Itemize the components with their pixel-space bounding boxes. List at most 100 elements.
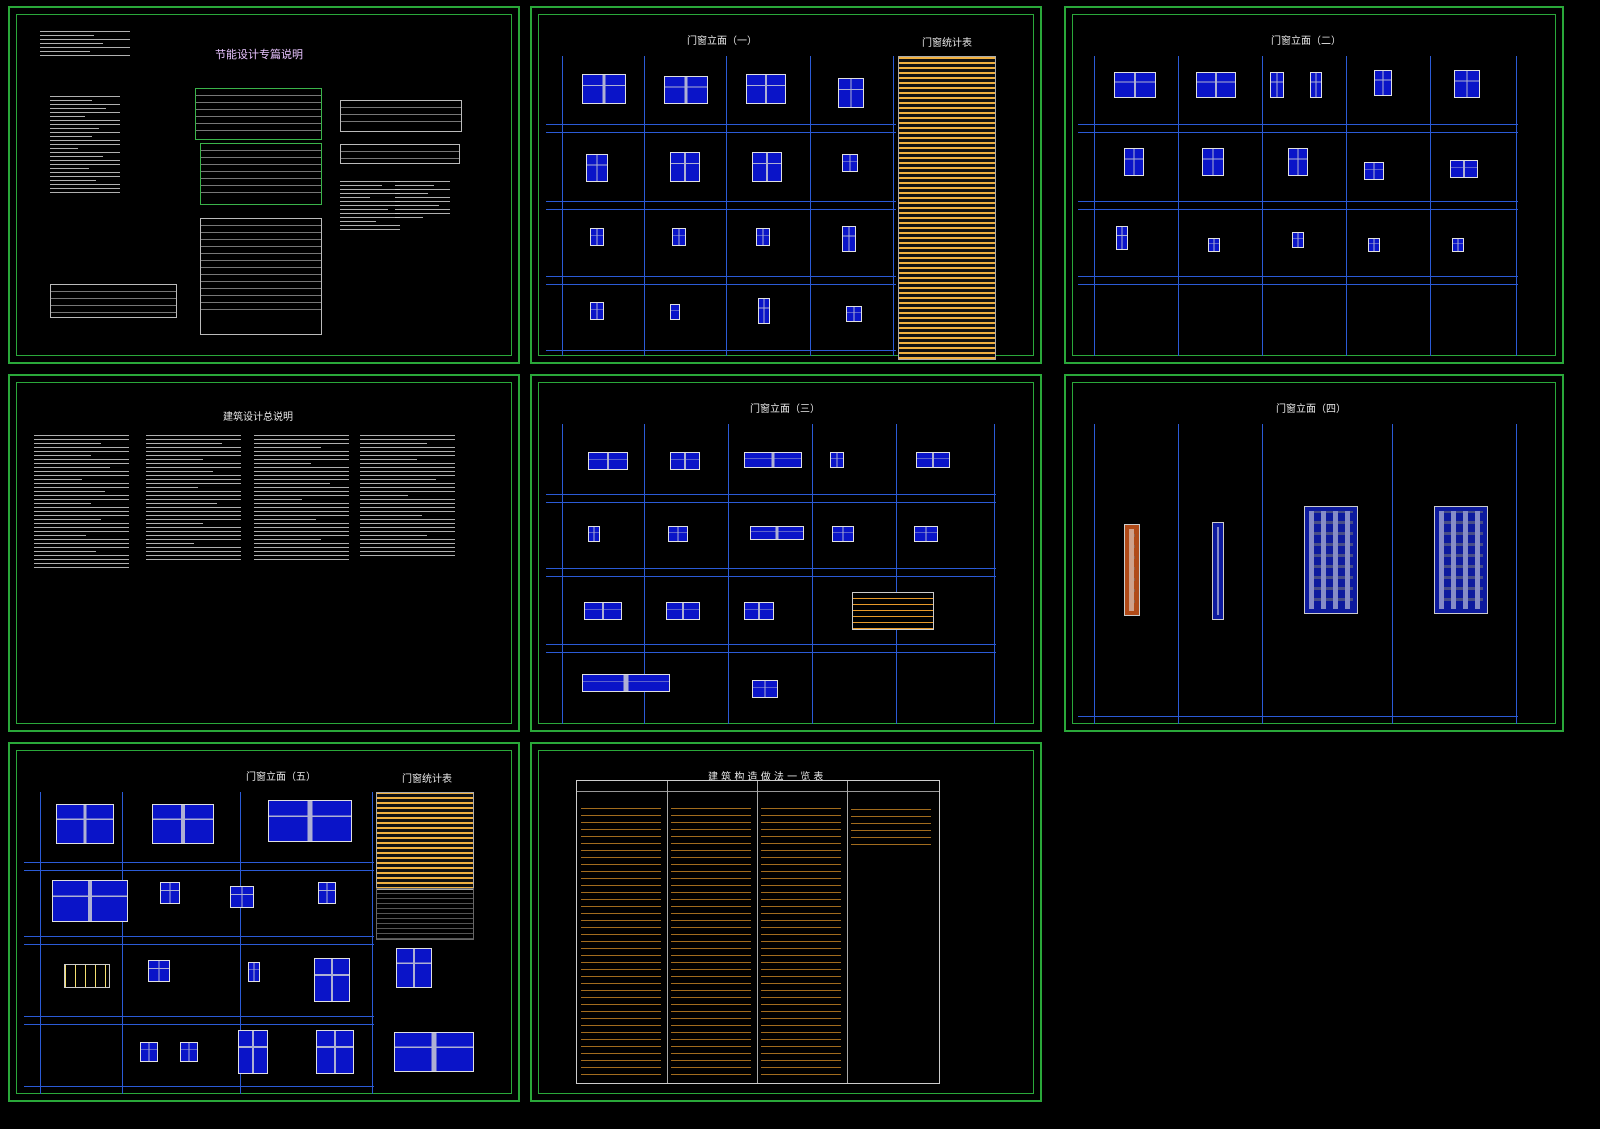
window-elevation	[396, 948, 432, 988]
window-elevation	[590, 302, 604, 320]
window-elevation	[744, 452, 802, 468]
sheet-title: 门窗立面（一）	[687, 36, 757, 47]
data-table	[200, 218, 322, 335]
sheet-subtitle: 门窗统计表	[922, 38, 972, 49]
window-elevation	[1310, 72, 1322, 98]
window-schedule-grid	[64, 964, 110, 988]
data-table	[340, 144, 460, 164]
notes-block	[340, 178, 400, 233]
drawing-sheet-6[interactable]: 门窗立面（四）	[1064, 374, 1564, 732]
window-elevation	[916, 452, 950, 468]
window-elevation	[588, 526, 600, 542]
window-elevation	[670, 452, 700, 470]
window-elevation	[1374, 70, 1392, 96]
window-elevation	[750, 526, 804, 540]
window-elevation	[664, 76, 708, 104]
drawing-sheet-4[interactable]: 建筑设计总说明	[8, 374, 520, 732]
stair-section	[1124, 524, 1140, 616]
window-elevation	[670, 152, 700, 182]
construction-table	[576, 780, 940, 1084]
window-elevation	[752, 152, 782, 182]
sheet-title: 门窗立面（五）	[246, 772, 316, 783]
window-elevation	[586, 154, 608, 182]
elevation-grid	[1078, 424, 1518, 724]
table-text	[671, 805, 751, 1075]
table-text	[761, 805, 841, 1075]
notes-block	[50, 93, 120, 196]
table-text	[851, 805, 931, 845]
data-table	[50, 284, 177, 318]
window-elevation	[394, 1032, 474, 1072]
notes-block	[40, 28, 130, 59]
drawing-sheet-2[interactable]: 门窗立面（一） 门窗统计表	[530, 6, 1042, 364]
window-elevation	[1368, 238, 1380, 252]
sheet-title: 门窗立面（二）	[1271, 36, 1341, 47]
window-elevation	[1364, 162, 1384, 180]
window-elevation	[744, 602, 774, 620]
sheet-title: 节能设计专篇说明	[215, 48, 303, 61]
sheet-title: 门窗立面（四）	[1276, 404, 1346, 415]
drawing-sheet-5[interactable]: 门窗立面（三）	[530, 374, 1042, 732]
notes-column	[146, 432, 241, 563]
building-facade	[1434, 506, 1488, 614]
window-elevation	[666, 602, 700, 620]
data-table	[340, 100, 462, 132]
window-elevation	[846, 306, 862, 322]
window-elevation	[56, 804, 114, 844]
window-elevation	[582, 74, 626, 104]
window-elevation	[52, 880, 128, 922]
window-elevation	[160, 882, 180, 904]
window-elevation	[1124, 148, 1144, 176]
notes-block	[395, 178, 450, 221]
drawing-sheet-3[interactable]: 门窗立面（二）	[1064, 6, 1564, 364]
window-elevation	[832, 526, 854, 542]
window-elevation	[152, 804, 214, 844]
window-elevation	[758, 298, 770, 324]
window-elevation	[1452, 238, 1464, 252]
window-elevation	[318, 882, 336, 904]
elevation-grid	[1078, 56, 1518, 356]
window-elevation	[746, 74, 786, 104]
window-schedule-grid	[852, 592, 934, 630]
stair-section	[1212, 522, 1224, 620]
notes-column	[360, 432, 455, 559]
window-elevation	[1288, 148, 1308, 176]
window-elevation	[148, 960, 170, 982]
sheet-title: 门窗立面（三）	[750, 404, 820, 415]
window-elevation	[582, 674, 670, 692]
window-elevation	[268, 800, 352, 842]
notes-column	[34, 432, 129, 571]
window-elevation	[180, 1042, 198, 1062]
table-text	[581, 805, 661, 1075]
schedule-table	[898, 56, 996, 360]
window-elevation	[314, 958, 350, 1002]
window-elevation	[1454, 70, 1480, 98]
window-elevation	[838, 78, 864, 108]
window-elevation	[1270, 72, 1284, 98]
drawing-sheet-8[interactable]: 建 筑 构 造 做 法 一 览 表	[530, 742, 1042, 1102]
window-elevation	[316, 1030, 354, 1074]
window-elevation	[248, 962, 260, 982]
window-elevation	[230, 886, 254, 908]
window-elevation	[1196, 72, 1236, 98]
window-elevation	[1116, 226, 1128, 250]
window-elevation	[842, 226, 856, 252]
window-elevation	[672, 228, 686, 246]
window-elevation	[1292, 232, 1304, 248]
window-elevation	[756, 228, 770, 246]
notes-column	[254, 432, 349, 563]
elevation-grid	[546, 56, 896, 356]
window-elevation	[590, 228, 604, 246]
window-elevation	[1114, 72, 1156, 98]
window-elevation	[752, 680, 778, 698]
drawing-sheet-1[interactable]: 节能设计专篇说明	[8, 6, 520, 364]
window-elevation	[1202, 148, 1224, 176]
window-elevation	[830, 452, 844, 468]
elevation-grid	[546, 424, 996, 724]
window-elevation	[1208, 238, 1220, 252]
window-elevation	[914, 526, 938, 542]
window-elevation	[842, 154, 858, 172]
window-elevation	[1450, 160, 1478, 178]
drawing-sheet-7[interactable]: 门窗立面（五） 门窗统计表	[8, 742, 520, 1102]
elevation-grid	[24, 792, 474, 1094]
